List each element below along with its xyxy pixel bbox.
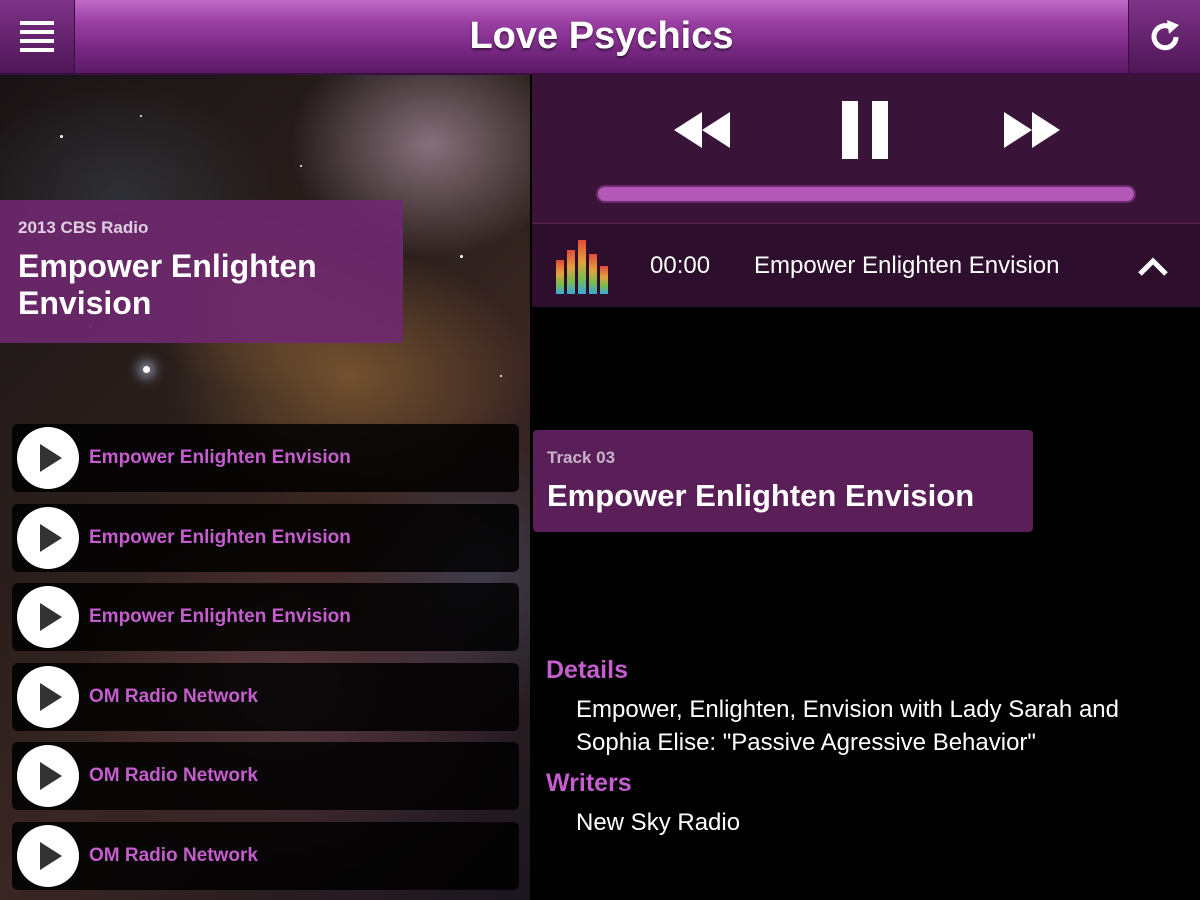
elapsed-time: 00:00 [650,252,711,279]
album-subtitle: 2013 CBS Radio [18,218,149,237]
track-label: OM Radio Network [89,765,258,786]
page-title: Love Psychics [469,15,734,57]
writers-text: New Sky Radio [576,809,741,836]
play-button[interactable] [17,745,79,807]
player-panel: 00:00 Empower Enlighten Envision [532,75,1200,307]
track-item[interactable]: OM Radio Network [12,821,519,890]
menu-button[interactable] [0,0,75,73]
play-icon [40,762,62,790]
album-panel: 2013 CBS Radio Empower Enlighten Envisio… [0,75,530,900]
track-label: Empower Enlighten Envision [89,526,351,548]
play-icon [40,682,62,711]
play-icon [40,523,62,552]
track-label: OM Radio Network [89,844,258,866]
current-track-card: Track 03 Empower Enlighten Envision [533,430,1033,532]
now-playing-bar: 00:00 Empower Enlighten Envision [532,223,1200,307]
play-icon [40,444,62,472]
play-button[interactable] [17,824,79,887]
track-item[interactable]: Empower Enlighten Envision [12,583,519,651]
track-title: Empower Enlighten Envision [547,478,975,513]
play-button[interactable] [17,586,79,648]
track-number: Track 03 [547,448,616,467]
track-label: Empower Enlighten Envision [89,606,351,627]
pause-button[interactable] [842,100,888,160]
app-header: Love Psychics [0,0,1200,75]
track-item[interactable]: Empower Enlighten Envision [12,424,519,492]
play-icon [40,841,62,870]
details-text: Empower, Enlighten, Envision with Lady S… [576,696,1119,756]
track-item[interactable]: Empower Enlighten Envision [12,503,519,572]
album-title: Empower Enlighten Envision [18,248,317,321]
pause-icon [842,101,858,159]
equalizer-icon [556,240,608,294]
play-icon [40,603,62,631]
rewind-button[interactable] [672,100,732,160]
track-label: OM Radio Network [89,685,258,707]
fast-forward-button[interactable] [1002,100,1062,160]
play-button[interactable] [17,665,79,728]
now-playing-title: Empower Enlighten Envision [754,252,1060,279]
track-item[interactable]: OM Radio Network [12,742,519,810]
writers-heading: Writers [546,769,632,797]
bright-star [143,366,150,373]
track-list: Empower Enlighten Envision Empower Enlig… [12,424,519,900]
track-item[interactable]: OM Radio Network [12,662,519,731]
play-button[interactable] [17,427,79,489]
refresh-icon [1151,19,1179,50]
fast-forward-icon [1004,112,1060,148]
chevron-up-icon[interactable] [1136,250,1170,284]
hamburger-icon [20,21,54,52]
rewind-icon [674,112,730,148]
details-section: Details Empower, Enlighten, Envision wit… [546,656,1186,839]
progress-bar[interactable] [596,185,1136,203]
refresh-button[interactable] [1128,0,1200,73]
player-controls [532,100,1200,160]
details-heading: Details [546,656,628,684]
track-label: Empower Enlighten Envision [89,447,351,468]
album-info: 2013 CBS Radio Empower Enlighten Envisio… [0,200,403,343]
play-button[interactable] [17,506,79,569]
